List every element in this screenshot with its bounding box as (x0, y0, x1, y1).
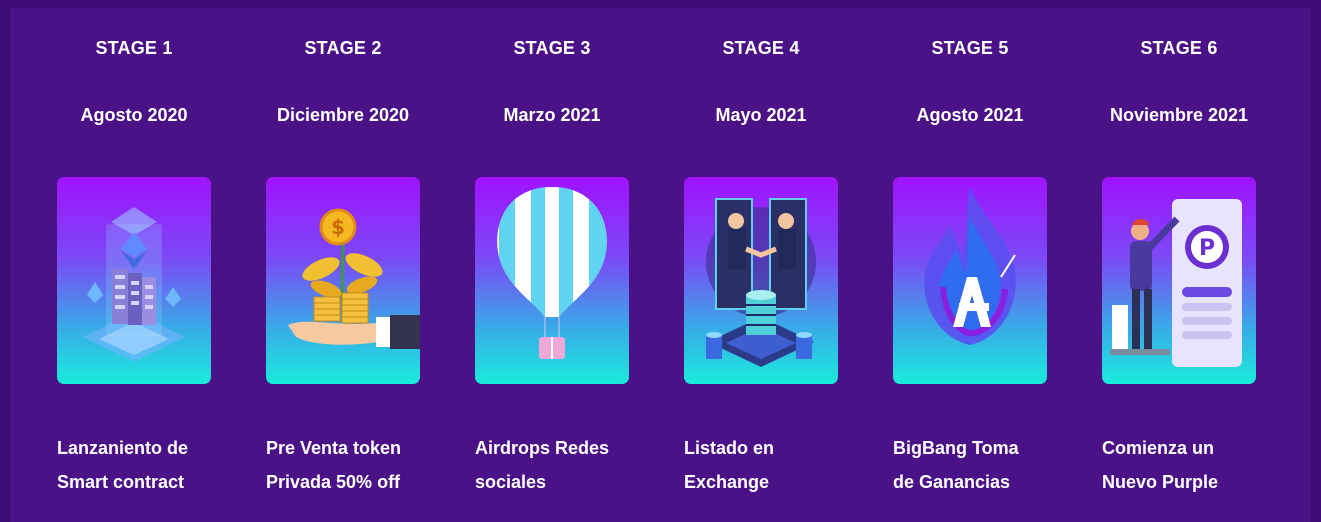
stage-date: Diciembre 2020 (276, 105, 410, 125)
money-plant-icon: $ (288, 208, 420, 349)
handshake-exchange-icon (706, 198, 816, 367)
stage-title: STAGE 3 (513, 38, 591, 58)
stage-title: STAGE 5 (931, 38, 1009, 58)
stage-card (684, 177, 838, 384)
stage-description: Comienza un Nuevo Purple (1102, 438, 1219, 492)
stage-description: BigBang Toma de Ganancias (893, 438, 1019, 492)
stage-card: $ (266, 177, 420, 384)
stage-date: Noviembre 2021 (1109, 105, 1249, 125)
stage-description: Airdrops Redes sociales (475, 438, 610, 492)
stage-title: STAGE 2 (304, 38, 382, 58)
stage-date: Marzo 2021 (503, 105, 601, 125)
stage-date: Agosto 2021 (916, 105, 1024, 125)
stage-description: Listado en Exchange (684, 438, 775, 492)
stage-title: STAGE 4 (722, 38, 800, 58)
flame-logo-icon (924, 187, 1016, 345)
smart-contract-icon (83, 207, 185, 362)
stage-date: Agosto 2020 (80, 105, 188, 125)
hot-air-balloon-icon (497, 187, 607, 359)
svg-text:$: $ (331, 215, 345, 239)
svg-text:P: P (1199, 236, 1215, 261)
stage-card (893, 177, 1047, 384)
stage-title: STAGE 6 (1140, 38, 1218, 58)
roadmap-section: STAGE 1 Agosto 2020 Lanzaniento de Smart… (10, 8, 1311, 522)
purple-app-icon: P (1110, 199, 1242, 367)
stage-card: P (1102, 177, 1256, 384)
stage-date: Mayo 2021 (715, 105, 807, 125)
stage-card (475, 177, 629, 384)
stage-title: STAGE 1 (95, 38, 173, 58)
stage-card (57, 177, 211, 384)
stage-description: Pre Venta token Privada 50% off (266, 438, 402, 492)
stage-description: Lanzaniento de Smart contract (57, 438, 189, 492)
